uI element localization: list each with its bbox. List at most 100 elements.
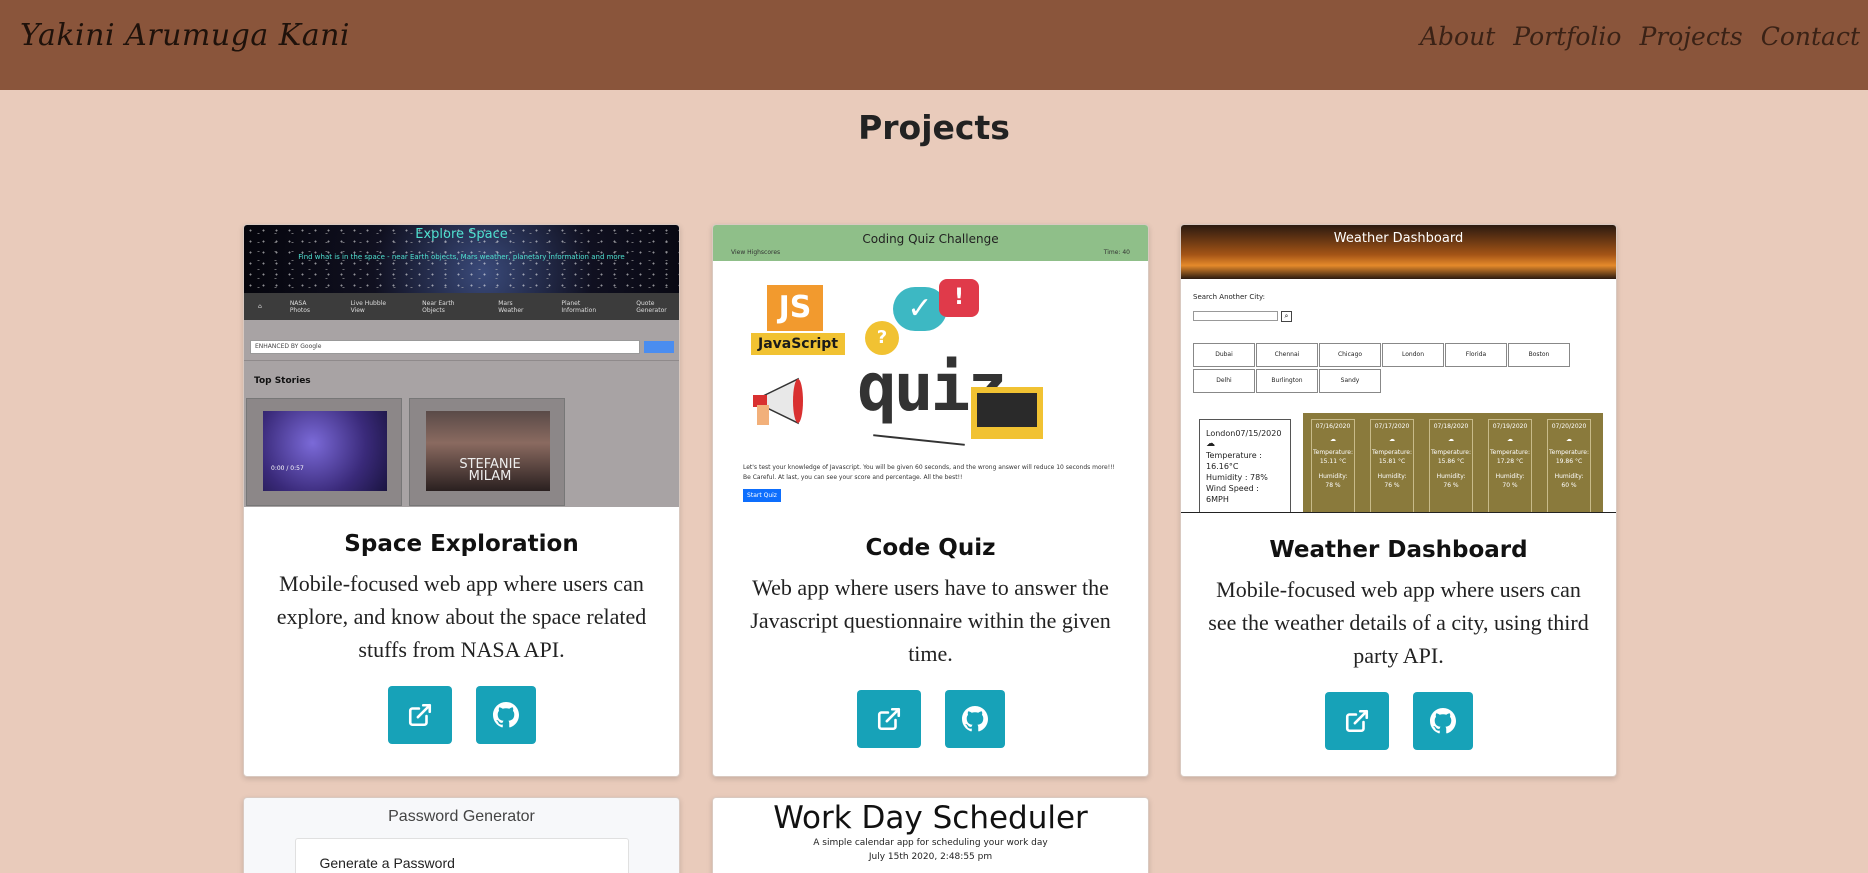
forecast-hum-label: Humidity:	[1554, 473, 1584, 480]
divider	[244, 360, 679, 361]
city-button: Chicago	[1319, 343, 1381, 367]
forecast-day: 07/16/2020 ☁ Temperature: 15.11 °C Humid…	[1311, 419, 1355, 512]
forecast-hum: 76 %	[1443, 482, 1459, 489]
card-buttons	[264, 686, 659, 744]
forecast-temp: 15.86 °C	[1437, 458, 1465, 465]
quiz-description: Let's test your knowledge of Javascript.…	[743, 464, 1115, 481]
forecast-day: 07/20/2020 ☁ Temperature: 19.86 °C Humid…	[1547, 419, 1591, 512]
exclamation-bubble-icon: !	[939, 279, 979, 317]
live-demo-button[interactable]	[856, 690, 921, 748]
forecast-hum-label: Humidity:	[1377, 473, 1407, 480]
space-banner: Explore Space Find what is in the space …	[244, 225, 679, 293]
forecast-date: 07/20/2020	[1551, 423, 1587, 430]
password-generator-title: Password Generator	[388, 808, 535, 825]
forecast-date: 07/17/2020	[1374, 423, 1410, 430]
javascript-badge: JavaScript	[751, 333, 845, 355]
quiz-highscores: View Highscores	[731, 249, 781, 256]
project-card-scheduler: Work Day Scheduler A simple calendar app…	[712, 797, 1149, 873]
nav-about[interactable]: About	[1420, 22, 1495, 51]
project-card-quiz: Coding Quiz Challenge View Highscores Ti…	[712, 224, 1149, 777]
card-body: Space Exploration Mobile-focused web app…	[244, 531, 679, 744]
card-buttons	[733, 690, 1128, 748]
space-search-box: ENHANCED BY Google	[250, 340, 640, 354]
nav-projects[interactable]: Projects	[1639, 22, 1742, 51]
city-button: London	[1382, 343, 1444, 367]
project-card-weather: Weather Dashboard Search Another City: ⌕…	[1180, 224, 1617, 777]
space-nav-item: Planet Information	[561, 299, 597, 314]
card-description: Mobile-focused web app where users can s…	[1208, 577, 1589, 668]
quiz-screenshot-title: Coding Quiz Challenge	[862, 232, 999, 246]
external-link-icon	[877, 707, 900, 731]
project-screenshot-weather: Weather Dashboard Search Another City: ⌕…	[1181, 225, 1616, 513]
card-description: Mobile-focused web app where users can e…	[276, 571, 647, 662]
forecast-day: 07/18/2020 ☁ Temperature: 15.86 °C Humid…	[1429, 419, 1473, 512]
forecast-temp-label: Temperature:	[1312, 449, 1354, 456]
nav-portfolio[interactable]: Portfolio	[1513, 22, 1621, 51]
scheduler-title: Work Day Scheduler	[773, 800, 1088, 836]
cloud-icon: ☁	[1330, 436, 1336, 443]
forecast-day: 07/17/2020 ☁ Temperature: 15.81 °C Humid…	[1370, 419, 1414, 512]
cloud-icon: ☁	[1507, 436, 1513, 443]
navbar: Yakini Arumuga Kani About Portfolio Proj…	[0, 0, 1868, 90]
video-thumbnail: 0:00 / 0:57	[246, 398, 402, 506]
city-search-label: Search Another City:	[1193, 293, 1265, 301]
city-button: Sandy	[1319, 369, 1381, 393]
laptop-icon	[971, 387, 1043, 439]
space-content: ENHANCED BY Google Top Stories 0:00 / 0:…	[244, 320, 679, 507]
project-card-space: Explore Space Find what is in the space …	[243, 224, 680, 777]
megaphone-icon	[743, 371, 823, 431]
forecast-date: 07/16/2020	[1315, 423, 1351, 430]
live-demo-button[interactable]	[1324, 692, 1389, 750]
city-button: Chennai	[1256, 343, 1318, 367]
github-button[interactable]	[1412, 692, 1473, 750]
page-title: Projects	[858, 108, 1010, 147]
start-quiz-button: Start Quiz	[743, 489, 781, 502]
forecast-hum: 78 %	[1325, 482, 1341, 489]
video-thumbnail: STEFANIE MILAM	[409, 398, 565, 506]
city-search-input	[1193, 311, 1278, 321]
space-nav-item: Near Earth Objects	[422, 299, 455, 314]
forecast-hum: 60 %	[1561, 482, 1577, 489]
today-temperature: Temperature : 16.16°C	[1206, 451, 1262, 471]
weather-content: Search Another City: ⌕ Dubai Chennai Chi…	[1181, 279, 1616, 512]
city-button: Burlington	[1256, 369, 1318, 393]
city-button: Delhi	[1193, 369, 1255, 393]
github-button[interactable]	[944, 690, 1005, 748]
quiz-header: Coding Quiz Challenge View Highscores Ti…	[713, 225, 1148, 261]
forecast-temp-label: Temperature:	[1371, 449, 1413, 456]
card-buttons	[1201, 692, 1596, 750]
search-icon: ⌕	[1281, 311, 1292, 322]
city-button: Dubai	[1193, 343, 1255, 367]
video-controls: 0:00 / 0:57	[271, 465, 304, 472]
github-icon	[961, 706, 988, 732]
search-icon	[644, 341, 674, 353]
cloud-icon: ☁	[1566, 436, 1572, 443]
card-body: Code Quiz Web app where users have to an…	[713, 535, 1148, 748]
forecast-panel: 07/16/2020 ☁ Temperature: 15.11 °C Humid…	[1303, 413, 1603, 512]
space-screenshot-subtitle: Find what is in the space - near Earth o…	[298, 253, 625, 261]
forecast-day: 07/19/2020 ☁ Temperature: 17.28 °C Humid…	[1488, 419, 1532, 512]
top-stories-heading: Top Stories	[254, 376, 311, 386]
card-description: Web app where users have to answer the J…	[750, 575, 1111, 666]
today-humidity: Humidity : 78%	[1206, 473, 1268, 482]
live-demo-button[interactable]	[387, 686, 452, 744]
scheduler-date: July 15th 2020, 2:48:55 pm	[868, 852, 993, 862]
nav-links: About Portfolio Projects Contact	[1420, 22, 1860, 51]
forecast-hum: 70 %	[1502, 482, 1518, 489]
project-screenshot-quiz: Coding Quiz Challenge View Highscores Ti…	[713, 225, 1148, 511]
quiz-timer: Time: 40	[1103, 249, 1130, 256]
nav-contact[interactable]: Contact	[1761, 22, 1860, 51]
home-icon: ⌂	[258, 303, 262, 310]
forecast-date: 07/19/2020	[1492, 423, 1528, 430]
space-nav-item: Live Hubble View	[350, 299, 387, 314]
github-button[interactable]	[475, 686, 536, 744]
space-screenshot-nav: ⌂ NASA Photos Live Hubble View Near Eart…	[244, 293, 679, 320]
city-button: Boston	[1508, 343, 1570, 367]
cloud-icon: ☁	[1448, 436, 1454, 443]
forecast-date: 07/18/2020	[1433, 423, 1469, 430]
quiz-illustration: JS JavaScript ✓ ? ! quiz Let's test your…	[713, 261, 1148, 502]
forecast-temp: 17.28 °C	[1496, 458, 1524, 465]
project-card-password: Password Generator Generate a Password	[243, 797, 680, 873]
brand-logo[interactable]: Yakini Arumuga Kani	[20, 18, 350, 53]
scheduler-subtitle: A simple calendar app for scheduling you…	[813, 838, 1048, 848]
